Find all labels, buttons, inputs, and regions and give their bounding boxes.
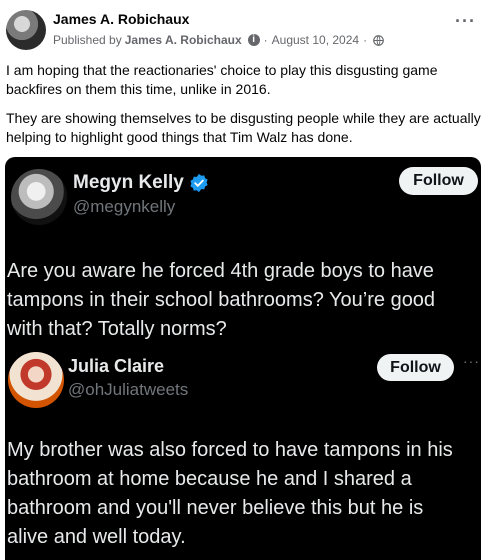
published-by-label: Published by bbox=[53, 33, 122, 47]
tweet2-line: alive and well today. bbox=[7, 526, 186, 548]
tweet1-line: tampons in their school bathrooms? You’r… bbox=[7, 289, 436, 311]
post-date[interactable]: August 10, 2024 bbox=[272, 33, 359, 47]
tweet1-handle: @megynkelly bbox=[73, 197, 176, 216]
tweet1-text: Are you aware he forced 4th grade boys t… bbox=[7, 257, 481, 344]
tweet1-line: Are you aware he forced 4th grade boys t… bbox=[7, 260, 434, 282]
more-options-icon[interactable]: ··· bbox=[455, 12, 476, 30]
post-paragraph: They are showing themselves to be disgus… bbox=[6, 110, 481, 145]
follow-button[interactable]: Follow bbox=[399, 167, 478, 195]
tweet1-name: Megyn Kelly bbox=[73, 172, 209, 194]
tweet2-name: Julia Claire bbox=[68, 356, 165, 376]
post-body: I am hoping that the reactionaries' choi… bbox=[6, 61, 484, 157]
tweet2-text: My brother was also forced to have tampo… bbox=[7, 436, 481, 552]
follow-button[interactable]: Follow bbox=[377, 354, 454, 381]
post-paragraph: I am hoping that the reactionaries' choi… bbox=[6, 62, 438, 97]
tweet2-line: My brother was also forced to have tampo… bbox=[7, 439, 453, 461]
info-icon[interactable]: i bbox=[247, 34, 260, 46]
tweet1-line: with that? Totally norms? bbox=[7, 318, 227, 340]
publisher-name[interactable]: James A. Robichaux bbox=[125, 33, 242, 47]
megyn-kelly-avatar bbox=[11, 169, 67, 225]
tweet2-line: bathroom and you'll never believe this b… bbox=[7, 497, 424, 519]
post-meta: Published by James A. Robichaux i · Augu… bbox=[53, 33, 384, 47]
verified-badge-icon bbox=[190, 173, 208, 193]
tweet1-name-text: Megyn Kelly bbox=[73, 172, 184, 193]
post-header: James A. Robichaux Published by James A.… bbox=[0, 0, 490, 56]
separator: · bbox=[363, 33, 368, 47]
author-avatar[interactable] bbox=[6, 10, 46, 50]
julia-claire-avatar bbox=[8, 352, 64, 408]
tweet2-handle: @ohJuliatweets bbox=[68, 380, 189, 399]
globe-icon[interactable] bbox=[373, 34, 384, 46]
tweet2-line: bathroom at home because he and I shared… bbox=[7, 468, 412, 490]
author-name[interactable]: James A. Robichaux bbox=[53, 11, 189, 27]
separator: · bbox=[263, 33, 268, 47]
tweet2-more-icon[interactable]: ··· bbox=[463, 353, 480, 369]
embedded-screenshot[interactable]: Megyn Kelly @megynkelly Follow Are you a… bbox=[5, 157, 481, 560]
